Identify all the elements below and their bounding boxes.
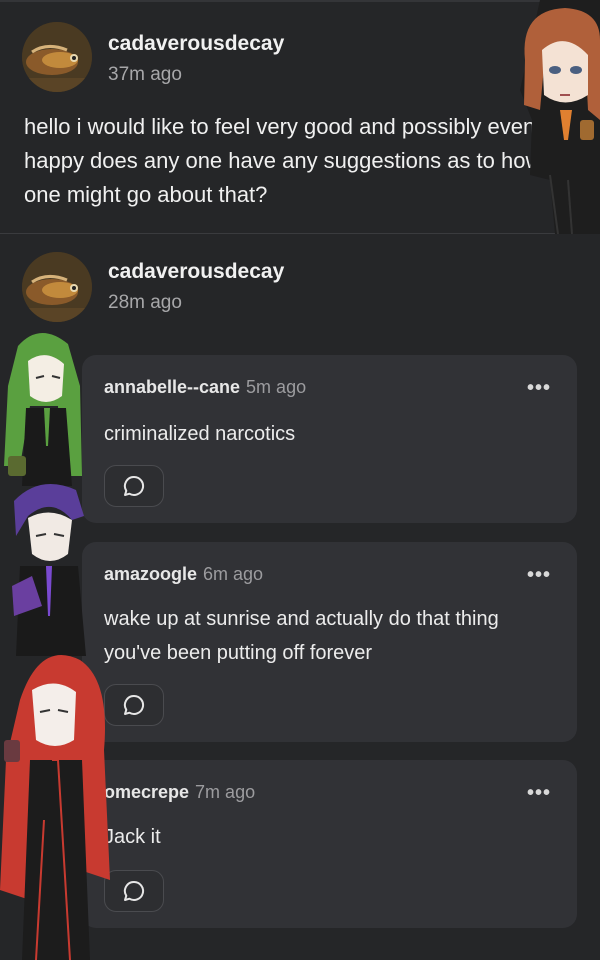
comment-bubble-icon — [123, 880, 145, 901]
reply-header: omecrepe 7m ago — [104, 782, 255, 803]
red-haired-character-illustration — [0, 655, 110, 960]
reply-card: omecrepe 7m ago ••• Jack it — [82, 760, 577, 928]
more-dots-icon[interactable]: ••• — [527, 782, 551, 805]
reply-text: Jack it — [104, 826, 161, 848]
post-username[interactable]: cadaverousdecay — [108, 260, 284, 284]
reply-text: criminalized narcotics — [104, 423, 296, 445]
purple-haired-character-illustration — [12, 484, 86, 656]
reply-header: amazoogle 6m ago — [104, 564, 263, 585]
reply-header: annabelle--cane 5m ago — [104, 377, 306, 398]
reply-card: amazoogle 6m ago ••• wake up at sunrise a… — [82, 542, 577, 742]
reply-text: wake up at sunrise and actually do that … — [104, 608, 499, 664]
reply-timestamp: 7m ago — [195, 782, 256, 802]
more-dots-icon[interactable]: ••• — [527, 564, 551, 587]
reply-username[interactable]: annabelle--cane — [104, 377, 240, 397]
post-username[interactable]: cadaverousdecay — [108, 32, 284, 56]
brown-haired-character-illustration — [520, 0, 600, 234]
comment-bubble-icon — [123, 694, 145, 715]
reply-button[interactable] — [104, 684, 164, 726]
avatar[interactable] — [22, 22, 92, 92]
post-body: hello i would like to feel very good and… — [24, 114, 542, 207]
reply-timestamp: 5m ago — [246, 377, 307, 397]
reply-button[interactable] — [104, 465, 164, 507]
post-timestamp: 28m ago — [108, 292, 182, 313]
comment-bubble-icon — [123, 475, 145, 496]
avatar[interactable] — [22, 252, 92, 322]
green-haired-character-illustration — [4, 332, 82, 486]
reply-card: annabelle--cane 5m ago ••• criminalized n… — [82, 355, 577, 523]
reply-username[interactable]: omecrepe — [104, 782, 189, 802]
post-timestamp: 37m ago — [108, 64, 182, 85]
reply-button[interactable] — [104, 870, 164, 912]
reply-timestamp: 6m ago — [203, 564, 264, 584]
more-dots-icon[interactable]: ••• — [527, 377, 551, 400]
reply-username[interactable]: amazoogle — [104, 564, 197, 584]
